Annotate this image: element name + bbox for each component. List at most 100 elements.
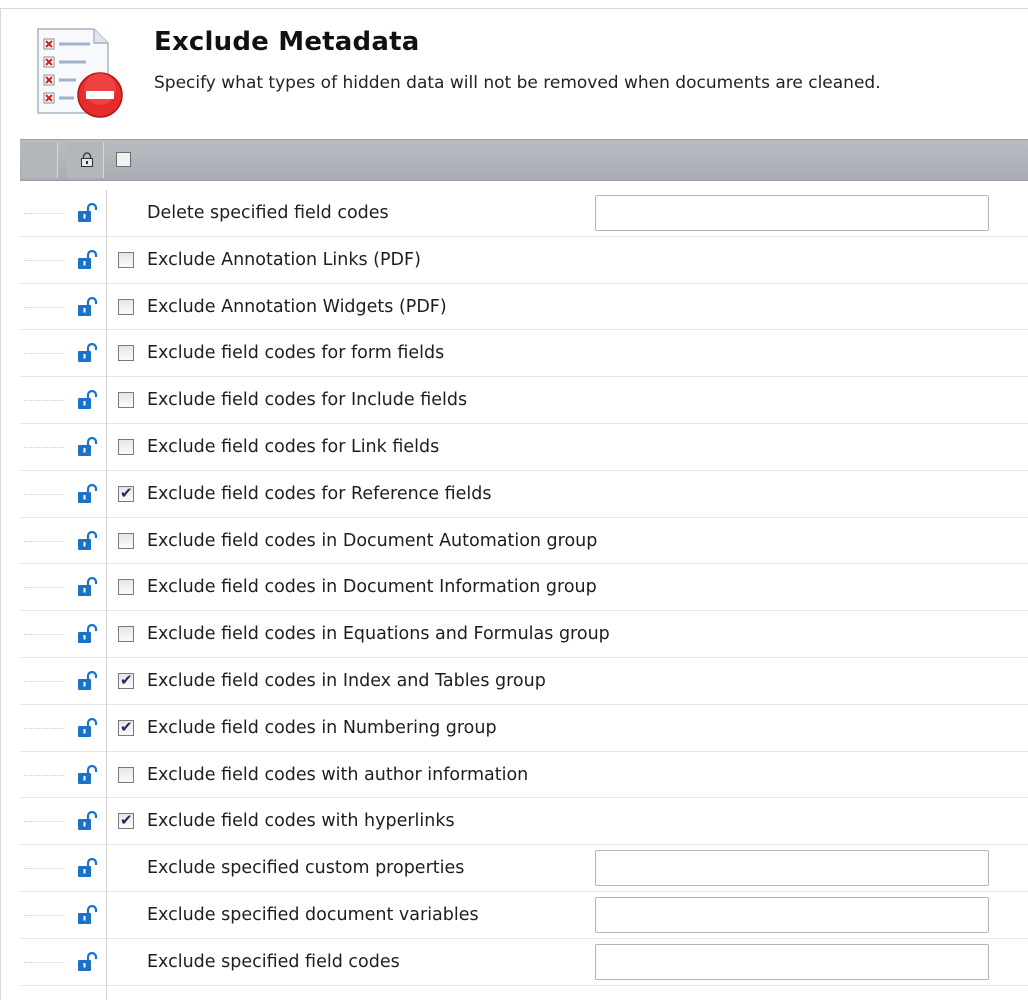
setting-checkbox[interactable] xyxy=(118,718,134,736)
unlock-icon[interactable] xyxy=(77,296,97,317)
setting-checkbox[interactable] xyxy=(118,626,134,643)
unlock-icon[interactable] xyxy=(77,951,97,972)
setting-label: Delete specified field codes xyxy=(147,203,389,223)
setting-row[interactable]: Exclude Annotation Links (PDF) xyxy=(20,236,1028,284)
setting-checkbox[interactable] xyxy=(118,251,134,268)
page-title: Exclude Metadata xyxy=(154,27,420,57)
unlock-icon[interactable] xyxy=(77,343,97,363)
column-divider xyxy=(106,986,107,1000)
row-indent xyxy=(24,353,64,355)
unlock-icon[interactable] xyxy=(77,670,97,691)
setting-row[interactable]: Exclude field codes in Index and Tables … xyxy=(20,657,1028,705)
setting-checkbox[interactable] xyxy=(118,298,134,315)
unlock-icon[interactable] xyxy=(77,436,97,457)
setting-text-field[interactable] xyxy=(595,195,989,231)
setting-row[interactable]: Exclude specified field codes xyxy=(20,938,1028,986)
setting-label: Exclude Annotation Widgets (PDF) xyxy=(147,296,447,317)
column-divider xyxy=(106,845,107,892)
unlock-icon[interactable] xyxy=(77,530,97,551)
setting-row[interactable]: Exclude field codes in Document Informat… xyxy=(20,564,1028,612)
row-indent xyxy=(24,914,64,916)
setting-row[interactable]: Exclude field codes in Document Automati… xyxy=(20,517,1028,565)
column-divider xyxy=(106,190,107,237)
unlock-icon[interactable] xyxy=(77,764,97,785)
setting-row[interactable]: Exclude field codes for Include fields xyxy=(20,377,1028,424)
setting-label: Exclude field codes with hyperlinks xyxy=(147,811,455,832)
setting-checkbox[interactable] xyxy=(118,532,134,549)
column-divider xyxy=(106,517,107,565)
setting-row[interactable]: Exclude field codes with author informat… xyxy=(20,751,1028,799)
setting-label: Exclude field codes for Include fields xyxy=(147,390,468,411)
column-divider xyxy=(106,564,107,612)
setting-label: Exclude field codes for Link fields xyxy=(147,436,440,457)
unlock-icon[interactable] xyxy=(77,203,97,223)
row-indent xyxy=(24,821,64,823)
setting-row[interactable]: Exclude Annotation Widgets (PDF) xyxy=(20,283,1028,331)
select-all-checkbox[interactable] xyxy=(116,152,131,167)
unlock-icon[interactable] xyxy=(77,577,97,597)
setting-row[interactable]: Exclude field codes in Equations and For… xyxy=(20,611,1028,658)
setting-label: Exclude field codes in Equations and For… xyxy=(147,624,610,645)
column-divider xyxy=(106,704,107,752)
setting-label: Exclude Annotation Links (PDF) xyxy=(147,249,421,270)
setting-row[interactable]: Exclude field codes with hyperlinks xyxy=(20,798,1028,846)
header-row-selector[interactable] xyxy=(22,142,58,178)
setting-checkbox[interactable] xyxy=(118,484,134,502)
row-indent xyxy=(24,634,64,636)
setting-row[interactable]: Exclude field codes for Reference fields xyxy=(20,470,1028,518)
row-indent xyxy=(24,259,64,261)
unlock-icon[interactable] xyxy=(77,483,97,504)
page-subtitle: Specify what types of hidden data will n… xyxy=(154,73,881,93)
unlock-icon[interactable] xyxy=(77,858,97,878)
column-divider xyxy=(106,798,107,846)
column-divider xyxy=(106,611,107,658)
setting-row[interactable]: Exclude specified document variables xyxy=(20,891,1028,939)
setting-checkbox[interactable] xyxy=(118,392,134,409)
setting-label: Exclude field codes for Reference fields xyxy=(147,483,492,504)
lock-icon xyxy=(81,152,93,167)
setting-label: Exclude field codes for form fields xyxy=(147,343,445,364)
setting-row[interactable]: Exclude field codes in Numbering group xyxy=(20,704,1028,752)
setting-text-field[interactable] xyxy=(595,896,989,933)
setting-label: Exclude field codes with author informat… xyxy=(147,764,529,785)
setting-checkbox[interactable] xyxy=(118,438,134,455)
unlock-icon[interactable] xyxy=(77,811,97,831)
row-indent xyxy=(24,961,64,963)
unlock-icon[interactable] xyxy=(77,904,97,925)
column-divider xyxy=(106,891,107,939)
row-indent xyxy=(24,446,64,448)
setting-label: Exclude specified custom properties xyxy=(147,858,465,879)
setting-checkbox[interactable] xyxy=(118,345,134,362)
column-divider xyxy=(106,377,107,424)
setting-row[interactable]: Exclude field codes for Link fields xyxy=(20,423,1028,471)
row-indent xyxy=(24,587,64,589)
column-divider xyxy=(106,283,107,331)
setting-row[interactable]: Exclude field codes for form fields xyxy=(20,330,1028,378)
settings-list: Delete specified field codes Exclude Anno… xyxy=(20,190,1028,986)
setting-label: Exclude specified field codes xyxy=(147,951,400,972)
setting-checkbox[interactable] xyxy=(118,579,134,596)
unlock-icon[interactable] xyxy=(77,390,97,410)
setting-text-field[interactable] xyxy=(595,850,989,887)
column-divider xyxy=(106,423,107,471)
metadata-list-remove-icon xyxy=(37,28,123,118)
column-divider xyxy=(106,751,107,799)
row-indent xyxy=(24,727,64,729)
setting-checkbox[interactable] xyxy=(118,766,134,783)
unlock-icon[interactable] xyxy=(77,249,97,270)
row-indent xyxy=(24,680,64,682)
setting-label: Exclude field codes in Document Automati… xyxy=(147,530,598,551)
row-indent xyxy=(24,306,64,308)
setting-label: Exclude field codes in Numbering group xyxy=(147,717,497,738)
setting-checkbox[interactable] xyxy=(118,811,134,830)
row-indent xyxy=(24,774,64,776)
row-indent xyxy=(24,213,64,214)
setting-label: Exclude field codes in Document Informat… xyxy=(147,577,597,598)
setting-text-field[interactable] xyxy=(595,943,989,980)
setting-checkbox[interactable] xyxy=(118,671,134,689)
unlock-icon[interactable] xyxy=(77,717,97,738)
unlock-icon[interactable] xyxy=(77,624,97,644)
setting-row[interactable]: Delete specified field codes xyxy=(20,190,1028,237)
setting-row[interactable]: Exclude specified custom properties xyxy=(20,845,1028,892)
row-indent xyxy=(24,493,64,495)
